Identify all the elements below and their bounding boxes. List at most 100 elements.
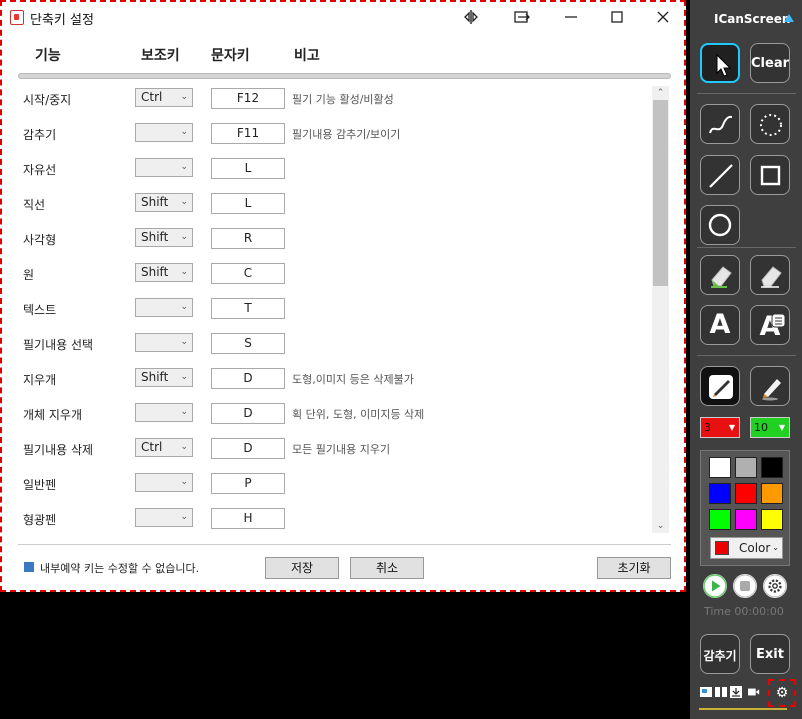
minimize-icon[interactable] [557,6,585,28]
color-swatch-black[interactable] [761,457,783,478]
modifier-select[interactable]: ⌄ [135,123,193,142]
color-swatch-green[interactable] [709,509,731,530]
board-icon[interactable] [715,686,727,698]
color-swatch-red[interactable] [735,483,757,504]
modifier-select[interactable]: ⌄ [135,473,193,492]
header-splitter[interactable] [18,73,671,79]
row-label: 원 [23,268,35,282]
key-input[interactable]: F11 [211,123,285,144]
key-input[interactable]: D [211,438,285,459]
modifier-select[interactable]: Shift ⌄ [135,368,193,387]
pen-tool-button[interactable] [700,366,740,406]
color-swatch-yellow[interactable] [761,509,783,530]
lasso-circle-icon [760,114,782,136]
scroll-down-icon[interactable]: ⌄ [652,519,669,533]
key-input[interactable]: L [211,193,285,214]
size-select[interactable]: 10 ▼ [750,417,790,438]
chevron-down-icon: ⌄ [180,92,188,102]
modifier-select[interactable]: ⌄ [135,508,193,527]
clear-button[interactable]: Clear [750,43,790,83]
key-input[interactable]: L [211,158,285,179]
row-label: 텍스트 [23,303,57,317]
exit-button[interactable]: Exit [750,634,790,674]
circle-tool-button[interactable] [700,205,740,245]
vertical-scrollbar[interactable]: ⌃ ⌄ [652,86,669,533]
key-input[interactable]: D [211,403,285,424]
circle-icon [708,213,732,237]
color-swatch-gray[interactable] [735,457,757,478]
cancel-button[interactable]: 취소 [350,557,424,579]
modifier-select[interactable]: Ctrl ⌄ [135,88,193,107]
screenshot-icon[interactable] [700,686,712,698]
column-headers: 기능 보조키 문자키 비고 [2,45,684,65]
key-input[interactable]: T [211,298,285,319]
chevron-down-icon: ⌄ [180,372,188,382]
maximize-icon[interactable] [603,6,631,28]
opacity-slider[interactable] [699,708,787,710]
modifier-select[interactable]: Shift ⌄ [135,228,193,247]
thickness-select[interactable]: 3 ▼ [700,417,740,438]
row-note: 모든 필기내용 지우기 [292,443,391,456]
row-label: 필기내용 선택 [23,338,94,352]
select-tool-button[interactable] [700,43,740,83]
modifier-select[interactable]: ⌄ [135,298,193,317]
collapse-icon[interactable] [784,14,794,22]
freehand-tool-button[interactable] [700,104,740,144]
color-swatch-blue[interactable] [709,483,731,504]
color-swatch-magenta[interactable] [735,509,757,530]
text-edit-tool-button[interactable]: A [750,305,790,345]
key-input[interactable]: D [211,368,285,389]
custom-color-button[interactable]: Color ⌄ [710,537,783,559]
key-input[interactable]: F12 [211,88,285,109]
lasso-tool-button[interactable] [750,104,790,144]
column-header-note: 비고 [294,48,320,64]
row-label: 지우개 [23,373,57,387]
settings-button[interactable]: ⚙ [768,679,796,707]
save-button[interactable]: 저장 [265,557,339,579]
key-input[interactable]: R [211,228,285,249]
modifier-select[interactable]: ⌄ [135,158,193,177]
recording-time: Time 00:00:00 [704,605,784,618]
modifier-select[interactable]: Shift ⌄ [135,193,193,212]
split-icon[interactable] [457,6,485,28]
object-eraser-tool-button[interactable] [750,255,790,295]
line-tool-button[interactable] [700,155,740,195]
highlighter-tool-button[interactable] [750,366,790,406]
modifier-select[interactable]: Shift ⌄ [135,263,193,282]
stop-icon [733,574,757,598]
color-swatch-white[interactable] [709,457,731,478]
download-icon[interactable] [730,686,742,698]
color-swatch-orange[interactable] [761,483,783,504]
shortcut-row: 자유선 ⌄ L [2,152,642,187]
move-out-icon[interactable] [507,6,535,28]
panel-divider [697,93,796,94]
hide-button[interactable]: 감추기 [700,634,740,674]
video-icon[interactable] [748,686,760,698]
shortcut-row: 필기내용 삭제 Ctrl ⌄ D 모든 필기내용 지우기 [2,432,642,467]
rectangle-tool-button[interactable] [750,155,790,195]
close-icon[interactable] [649,6,677,28]
straight-line-icon [709,164,733,188]
record-settings-button[interactable] [763,574,787,598]
key-input[interactable]: S [211,333,285,354]
eraser-tool-button[interactable] [700,255,740,295]
pen-icon [709,375,733,399]
shortcut-row: 일반펜 ⌄ P [2,467,642,502]
dialog-title: 단축키 설정 [30,13,94,28]
key-input[interactable]: P [211,473,285,494]
scroll-thumb[interactable] [653,100,668,286]
row-note: 획 단위, 도형, 이미지등 삭제 [292,408,425,421]
key-input[interactable]: H [211,508,285,529]
modifier-select[interactable]: Ctrl ⌄ [135,438,193,457]
row-label: 시작/중지 [23,93,72,107]
modifier-select[interactable]: ⌄ [135,333,193,352]
play-button[interactable] [703,574,727,598]
stop-button[interactable] [733,574,757,598]
modifier-select[interactable]: ⌄ [135,403,193,422]
text-tool-button[interactable]: A [700,305,740,345]
scroll-up-icon[interactable]: ⌃ [652,86,669,100]
column-header-modifier: 보조키 [141,48,180,64]
title-bar: 단축키 설정 [2,2,684,32]
key-input[interactable]: C [211,263,285,284]
reset-button[interactable]: 초기화 [597,557,671,579]
